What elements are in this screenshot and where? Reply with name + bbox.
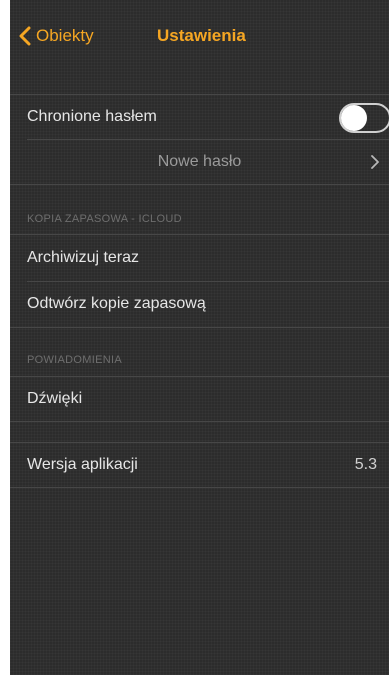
app-version-label: Wersja aplikacji xyxy=(27,456,138,473)
chevron-right-icon xyxy=(371,155,379,169)
navigation-bar: Obiekty Ustawienia xyxy=(10,0,389,70)
restore-backup-label: Odtwórz kopie zapasową xyxy=(27,295,206,312)
password-protection-row[interactable]: Chronione hasłem xyxy=(10,95,389,139)
settings-screen: Obiekty Ustawienia Chronione hasłem Nowe… xyxy=(10,0,389,675)
app-version-row: Wersja aplikacji 5.3 xyxy=(10,443,389,487)
restore-backup-row[interactable]: Odtwórz kopie zapasową xyxy=(10,282,389,326)
new-password-row[interactable]: Nowe hasło xyxy=(10,140,389,184)
password-protection-toggle[interactable] xyxy=(339,103,389,133)
divider xyxy=(10,487,389,488)
notifications-section-header: POWIADOMIENIA xyxy=(27,354,122,366)
backup-section-header: KOPIA ZAPASOWA - ICLOUD xyxy=(27,213,182,225)
divider xyxy=(10,421,389,422)
archive-now-row[interactable]: Archiwizuj teraz xyxy=(10,236,389,280)
sounds-row[interactable]: Dźwięki xyxy=(10,377,389,421)
new-password-label: Nowe hasło xyxy=(157,153,242,170)
toggle-knob xyxy=(341,105,367,131)
page-title: Ustawienia xyxy=(157,26,246,45)
back-button-label: Obiekty xyxy=(36,26,94,45)
sounds-label: Dźwięki xyxy=(27,390,83,407)
password-protection-label: Chronione hasłem xyxy=(27,108,157,125)
app-version-value: 5.3 xyxy=(354,456,377,473)
divider xyxy=(10,184,389,185)
chevron-left-icon xyxy=(19,26,31,46)
back-button[interactable]: Obiekty xyxy=(18,24,94,48)
archive-now-label: Archiwizuj teraz xyxy=(27,249,140,266)
divider xyxy=(10,327,389,328)
divider xyxy=(10,234,389,235)
